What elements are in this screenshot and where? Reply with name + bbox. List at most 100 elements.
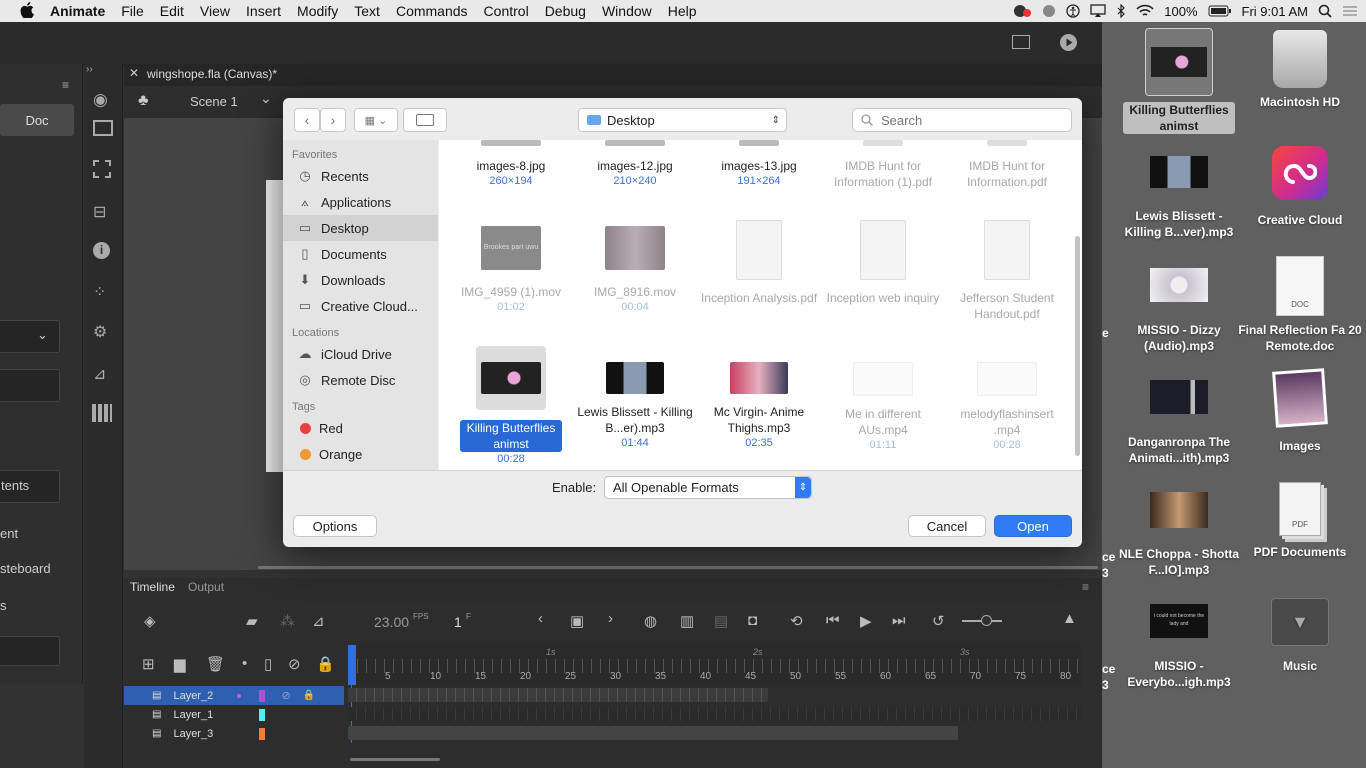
battery-icon[interactable] xyxy=(1208,5,1232,17)
pasteboard-label[interactable]: steboard xyxy=(0,561,51,576)
menu-view[interactable]: View xyxy=(192,3,238,19)
zoom-icon[interactable]: ▲ xyxy=(1062,610,1077,627)
menu-modify[interactable]: Modify xyxy=(289,3,346,19)
file-item[interactable]: IMDB Hunt for Information (1).pdf xyxy=(823,140,943,190)
bluetooth-icon[interactable] xyxy=(1116,4,1126,18)
file-item[interactable]: Brookes part uwu IMG_4959 (1).mov 01:02 xyxy=(451,226,571,314)
search-input[interactable] xyxy=(879,111,1063,129)
graph-icon[interactable]: ⊿ xyxy=(312,612,325,630)
text-field[interactable] xyxy=(0,369,60,402)
app-menu[interactable]: Animate xyxy=(42,3,113,19)
options-button[interactable]: Options xyxy=(293,515,377,537)
scene-name[interactable]: Scene 1 xyxy=(190,94,238,109)
workspace-layout-icon[interactable] xyxy=(1012,35,1030,49)
timeline-ruler[interactable]: 1s 2s 3s 5 10 15 20 25 30 35 40 45 50 55… xyxy=(348,645,1082,685)
sidebar-item-downloads[interactable]: ⬇ Downloads xyxy=(283,267,438,293)
sidebar-item-applications[interactable]: ⟑ Applications xyxy=(283,189,438,215)
sidebar-item-desktop[interactable]: ▭ Desktop xyxy=(283,215,438,241)
file-item[interactable]: melodyflashinsert .mp4 00:28 xyxy=(947,362,1067,452)
highlight-layers-icon[interactable]: • xyxy=(242,655,247,672)
motion-editor-icon[interactable]: ⊿ xyxy=(93,364,106,384)
timeline-scrollbar[interactable] xyxy=(350,758,440,761)
doc-button[interactable]: Doc xyxy=(0,104,74,136)
airplay-icon[interactable] xyxy=(1090,4,1106,18)
collapse-panels-icon[interactable]: ›› xyxy=(86,64,93,75)
onion-skin-icon[interactable]: ◍ xyxy=(644,612,657,630)
file-item[interactable]: Lewis Blissett - Killing B...er).mp3 01:… xyxy=(575,362,695,450)
creative-cloud-status-icon[interactable] xyxy=(1012,4,1032,18)
file-item[interactable]: images-13.jpg 191×264 xyxy=(699,140,819,188)
palette-icon[interactable]: ◉ xyxy=(93,90,108,110)
menu-text[interactable]: Text xyxy=(346,3,388,19)
layer-depth-icon[interactable]: ⁂ xyxy=(280,612,295,630)
test-movie-icon[interactable] xyxy=(1060,34,1077,51)
layer-color[interactable] xyxy=(259,727,266,740)
layer-color[interactable] xyxy=(259,708,266,721)
menu-window[interactable]: Window xyxy=(594,3,660,19)
transform-icon[interactable] xyxy=(93,160,111,178)
lock-icon[interactable]: 🔒 xyxy=(303,690,315,701)
scene-chevron-down-icon[interactable]: ⌄ xyxy=(260,90,272,107)
new-folder-icon[interactable]: ▆ xyxy=(174,655,186,673)
go-to-last-frame-icon[interactable]: ⏭ xyxy=(892,612,906,629)
new-folder-button[interactable] xyxy=(403,108,447,132)
sidebar-item-icloud-drive[interactable]: ☁ iCloud Drive xyxy=(283,341,438,367)
sidebar-item-recents[interactable]: ◷ Recents xyxy=(283,163,438,189)
file-item[interactable]: Jefferson Student Handout.pdf xyxy=(947,220,1067,322)
open-button[interactable]: Open xyxy=(994,515,1072,537)
clock[interactable]: Fri 9:01 AM xyxy=(1242,4,1308,19)
loop-icon[interactable]: ⟲ xyxy=(790,612,803,630)
file-item[interactable]: IMDB Hunt for Information.pdf xyxy=(947,140,1067,190)
loop-playback-icon[interactable]: ↺ xyxy=(932,612,945,630)
go-to-first-frame-icon[interactable]: ⏮ xyxy=(826,612,840,629)
contents-field[interactable]: tents xyxy=(0,470,60,503)
sidebar-item-documents[interactable]: ▯ Documents xyxy=(283,241,438,267)
layer-name[interactable]: Layer_2 xyxy=(173,690,227,702)
desktop-icon-macintosh-hd[interactable]: Macintosh HD xyxy=(1238,30,1362,110)
library-icon[interactable] xyxy=(93,120,113,136)
desktop-icon-missio-everybody[interactable]: i could not become the lady and MISSIO -… xyxy=(1117,604,1241,690)
menu-insert[interactable]: Insert xyxy=(238,3,289,19)
layer-row-layer-2[interactable]: ▤ Layer_2 ⊘ 🔒 xyxy=(124,686,344,705)
frames-layer-3[interactable] xyxy=(348,726,958,740)
layer-name[interactable]: Layer_1 xyxy=(173,709,227,721)
menu-file[interactable]: File xyxy=(113,3,152,19)
layer-row-layer-1[interactable]: ▤ Layer_1 xyxy=(124,705,344,724)
enable-format-select[interactable]: All Openable Formats ⇕ xyxy=(604,476,812,499)
desktop-icon-final-reflection-doc[interactable]: DOC Final Reflection Fa 20 Remote.doc xyxy=(1238,256,1362,354)
menu-commands[interactable]: Commands xyxy=(388,3,476,19)
new-layer-icon[interactable]: ⊞ xyxy=(142,655,155,673)
wifi-icon[interactable] xyxy=(1136,4,1154,18)
file-item[interactable]: Inception web inquiry xyxy=(823,220,943,306)
back-button[interactable]: ‹ xyxy=(294,108,320,132)
timeline-menu-icon[interactable]: ≡ xyxy=(1082,580,1089,594)
file-list-scrollbar[interactable] xyxy=(1075,236,1080,456)
sidebar-tag-red[interactable]: Red xyxy=(283,415,438,441)
layers-icon[interactable]: ◈ xyxy=(144,612,156,630)
desktop-icon-music-folder[interactable]: ▼ Music xyxy=(1238,598,1362,674)
search-field[interactable] xyxy=(852,108,1072,132)
visibility-icon[interactable]: ⊘ xyxy=(288,655,301,673)
tab-timeline[interactable]: Timeline xyxy=(130,580,175,594)
file-item[interactable]: Mc Virgin- Anime Thighs.mp3 02:35 xyxy=(699,362,819,450)
document-tab-title[interactable]: wingshope.fla (Canvas)* xyxy=(147,67,277,81)
spotlight-search-icon[interactable] xyxy=(1318,4,1332,18)
file-item[interactable]: IMG_8916.mov 00:04 xyxy=(575,226,695,314)
tab-output[interactable]: Output xyxy=(188,580,224,594)
next-keyframe-icon[interactable]: › xyxy=(608,610,613,627)
edit-symbols-icon[interactable]: ♣ xyxy=(138,92,149,110)
desktop-icon-images-folder[interactable]: Images xyxy=(1238,368,1362,454)
menu-debug[interactable]: Debug xyxy=(537,3,594,19)
edit-multiple-frames-icon[interactable]: ▥ xyxy=(680,612,694,630)
delete-layer-icon[interactable]: 🗑 xyxy=(206,655,225,673)
frames-layer-2[interactable] xyxy=(348,688,768,702)
file-item[interactable]: Me in different AUs.mp4 01:11 xyxy=(823,362,943,452)
layer-row-layer-3[interactable]: ▤ Layer_3 xyxy=(124,724,344,743)
layer-color[interactable] xyxy=(259,689,266,702)
panel-menu-icon[interactable]: ≡ xyxy=(62,78,69,92)
stage-scrollbar[interactable] xyxy=(258,566,1098,569)
file-item-selected[interactable]: Killing Butterflies animst 00:28 xyxy=(451,346,571,466)
sidebar-item-remote-disc[interactable]: ◎ Remote Disc xyxy=(283,367,438,393)
play-icon[interactable]: ▶ xyxy=(860,612,872,630)
desktop-icon-nle-choppa[interactable]: NLE Choppa - Shotta F...IO].mp3 xyxy=(1117,492,1241,578)
